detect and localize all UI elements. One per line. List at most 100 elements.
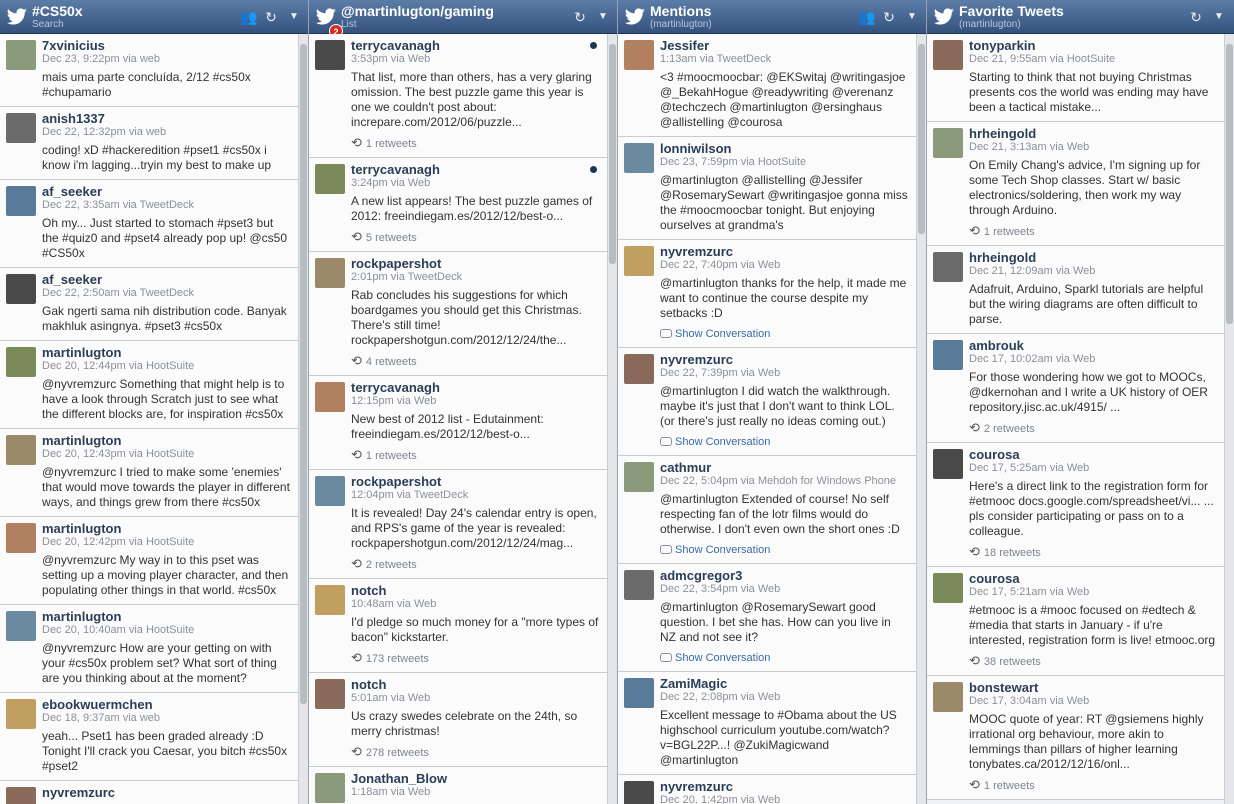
avatar[interactable]	[624, 40, 654, 70]
avatar[interactable]	[6, 274, 36, 304]
tweet-username[interactable]: tonyparkin	[969, 38, 1218, 53]
avatar[interactable]	[933, 340, 963, 370]
avatar[interactable]	[933, 449, 963, 479]
avatar[interactable]	[6, 347, 36, 377]
tweet[interactable]: courosa Dec 17, 5:21am via Web #etmooc is …	[927, 567, 1224, 676]
tweet-username[interactable]: bonstewart	[969, 680, 1218, 695]
avatar[interactable]	[6, 435, 36, 465]
chevron-down-icon[interactable]: ▼	[904, 9, 920, 25]
tweet-username[interactable]: nyvremzurc	[42, 785, 292, 800]
avatar[interactable]	[933, 573, 963, 603]
tweet-username[interactable]: ebookwuermchen	[42, 697, 292, 712]
tweet[interactable]: Jonathan_Blow1:18am via WebThis week I k…	[309, 767, 607, 804]
tweet[interactable]: admcgregor3 Dec 22, 3:54pm via Web @martin…	[618, 564, 916, 672]
avatar[interactable]	[933, 128, 963, 158]
avatar[interactable]	[624, 246, 654, 276]
retweet-count[interactable]: ⟲ 2 retweets	[969, 421, 1218, 436]
scrollbar-thumb[interactable]	[918, 44, 925, 234]
tweet[interactable]: nyvremzurc Dec 22, 7:39pm via Web @martinl…	[618, 348, 916, 456]
avatar[interactable]	[6, 699, 36, 729]
refresh-icon[interactable]: ↻	[1188, 9, 1204, 25]
tweet-username[interactable]: ZamiMagic	[660, 676, 910, 691]
tweet-username[interactable]: martinlugton	[42, 345, 292, 360]
avatar[interactable]	[624, 678, 654, 708]
tweet[interactable]: hrheingold Dec 21, 12:09am via Web Adafrui…	[927, 246, 1224, 334]
users-icon[interactable]: 👥	[858, 9, 875, 25]
show-conversation-link[interactable]: Show Conversation	[660, 543, 910, 557]
users-icon[interactable]: 👥	[240, 9, 257, 25]
tweet-username[interactable]: terrycavanagh	[351, 380, 601, 395]
tweet[interactable]: nyvremzurc Dec 20, 1:42pm via Web	[618, 775, 916, 804]
tweet-username[interactable]: af_seeker	[42, 272, 292, 287]
tweet-username[interactable]: af_seeker	[42, 184, 292, 199]
tweet[interactable]: martinlugton Dec 20, 12:43pm via HootSuit…	[0, 429, 298, 517]
tweet[interactable]: martinlugton Dec 20, 12:44pm via HootSuit…	[0, 341, 298, 429]
tweet-username[interactable]: terrycavanagh	[351, 162, 601, 177]
avatar[interactable]	[315, 585, 345, 615]
tweet-username[interactable]: Jessifer	[660, 38, 910, 53]
avatar[interactable]	[933, 252, 963, 282]
refresh-icon[interactable]: ↻	[572, 9, 588, 25]
avatar[interactable]	[624, 781, 654, 804]
tweet-username[interactable]: martinlugton	[42, 609, 292, 624]
avatar[interactable]	[624, 462, 654, 492]
avatar[interactable]	[624, 143, 654, 173]
tweet[interactable]: tonyparkin Dec 21, 9:55am via HootSuite St…	[927, 34, 1224, 122]
retweet-count[interactable]: ⟲ 1 retweets	[351, 136, 601, 151]
avatar[interactable]	[6, 523, 36, 553]
scrollbar[interactable]	[607, 34, 617, 804]
tweet-username[interactable]: hrheingold	[969, 250, 1218, 265]
tweet-username[interactable]: hrheingold	[969, 126, 1218, 141]
tweet[interactable]: Jessifer 1:13am via TweetDeck <3 #moocmooc…	[618, 34, 916, 137]
tweet[interactable]: bonstewart Dec 17, 3:04am via Web MOOC quo…	[927, 676, 1224, 800]
retweet-count[interactable]: ⟲ 2 retweets	[351, 557, 601, 572]
avatar[interactable]	[624, 570, 654, 600]
scrollbar[interactable]	[916, 34, 926, 804]
show-conversation-link[interactable]: Show Conversation	[660, 651, 910, 665]
tweet[interactable]: cathmur Dec 22, 5:04pm via Mehdoh for Win…	[618, 456, 916, 564]
retweet-count[interactable]: ⟲ 1 retweets	[969, 778, 1218, 793]
tweet-username[interactable]: rockpapershot	[351, 474, 601, 489]
avatar[interactable]	[933, 40, 963, 70]
tweet[interactable]: notch 10:48am via Web I'd pledge so much m…	[309, 579, 607, 673]
tweet[interactable]: courosa Dec 17, 5:25am via Web Here's a di…	[927, 443, 1224, 567]
avatar[interactable]	[6, 787, 36, 804]
tweet[interactable]: 7xvinicius Dec 23, 9:22pm via web mais uma…	[0, 34, 298, 107]
retweet-count[interactable]: ⟲ 1 retweets	[351, 448, 601, 463]
tweet-username[interactable]: ambrouk	[969, 338, 1218, 353]
avatar[interactable]	[315, 164, 345, 194]
tweet[interactable]: martinlugton Dec 20, 10:40am via HootSuit…	[0, 605, 298, 693]
avatar[interactable]	[6, 113, 36, 143]
retweet-count[interactable]: ⟲ 38 retweets	[969, 654, 1218, 669]
tweet-username[interactable]: 7xvinicius	[42, 38, 292, 53]
chevron-down-icon[interactable]: ▼	[286, 9, 302, 25]
avatar[interactable]	[315, 773, 345, 803]
refresh-icon[interactable]: ↻	[881, 9, 897, 25]
tweet[interactable]: af_seeker Dec 22, 3:35am via TweetDeck Oh …	[0, 180, 298, 268]
tweet-username[interactable]: martinlugton	[42, 433, 292, 448]
tweet[interactable]: af_seeker Dec 22, 2:50am via TweetDeck Gak…	[0, 268, 298, 341]
refresh-icon[interactable]: ↻	[263, 9, 279, 25]
tweet[interactable]: ambrouk Dec 17, 10:02am via Web For those …	[927, 334, 1224, 443]
tweet-username[interactable]: notch	[351, 583, 601, 598]
tweet[interactable]: martinlugton Dec 20, 12:42pm via HootSuit…	[0, 517, 298, 605]
tweet-username[interactable]: nyvremzurc	[660, 244, 910, 259]
chevron-down-icon[interactable]: ▼	[595, 9, 611, 25]
show-conversation-link[interactable]: Show Conversation	[660, 327, 910, 341]
tweet-username[interactable]: rockpapershot	[351, 256, 601, 271]
avatar[interactable]	[6, 40, 36, 70]
tweet[interactable]: hrheingold Dec 21, 3:13am via Web On Emily…	[927, 122, 1224, 246]
tweet-username[interactable]: anish1337	[42, 111, 292, 126]
tweet-username[interactable]: cathmur	[660, 460, 910, 475]
retweet-count[interactable]: ⟲ 4 retweets	[351, 354, 601, 369]
retweet-count[interactable]: ⟲ 278 retweets	[351, 745, 601, 760]
tweet[interactable]: lonniwilson Dec 23, 7:59pm via HootSuite @…	[618, 137, 916, 240]
tweet-username[interactable]: notch	[351, 677, 601, 692]
tweet-username[interactable]: lonniwilson	[660, 141, 910, 156]
scrollbar-thumb[interactable]	[609, 44, 616, 264]
avatar[interactable]	[624, 354, 654, 384]
avatar[interactable]	[6, 611, 36, 641]
tweet-username[interactable]: courosa	[969, 571, 1218, 586]
tweet[interactable]: ebookwuermchen Dec 18, 9:37am via web yeah…	[0, 693, 298, 781]
tweet-username[interactable]: nyvremzurc	[660, 352, 910, 367]
